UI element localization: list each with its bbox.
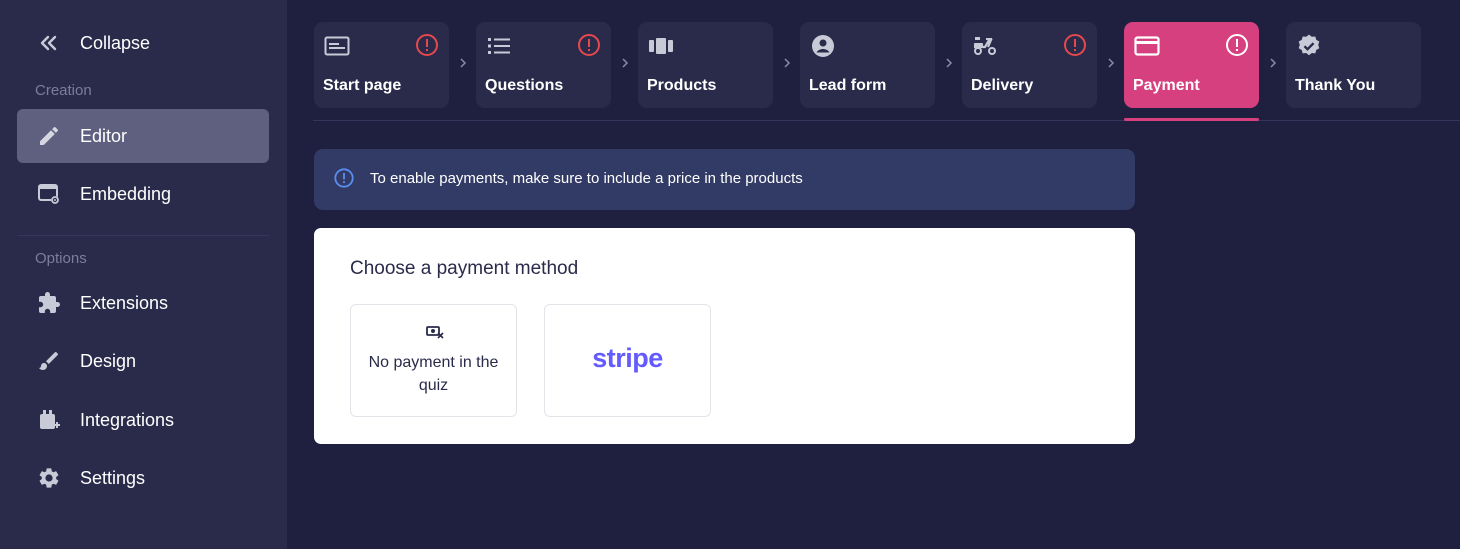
- option-label: No payment in the quiz: [368, 354, 499, 394]
- section-options: Options: [35, 250, 87, 267]
- payment-method-card: Choose a payment method No payment in th…: [314, 228, 1135, 444]
- sidebar-item-integrations[interactable]: Integrations: [17, 393, 269, 447]
- warning-icon: [1064, 34, 1086, 56]
- sidebar-item-label: Design: [80, 350, 137, 371]
- products-icon: [648, 34, 674, 58]
- double-chevron-left-icon: [36, 30, 62, 56]
- section-creation: Creation: [35, 82, 92, 99]
- step-lead-form[interactable]: Lead form: [800, 22, 935, 108]
- option-stripe[interactable]: stripe: [544, 304, 711, 417]
- sidebar-item-embedding[interactable]: Embedding: [17, 167, 269, 221]
- integrations-icon: [36, 407, 62, 433]
- stripe-logo: stripe: [592, 343, 663, 373]
- sidebar-item-label: Embedding: [80, 183, 172, 204]
- option-no-payment[interactable]: No payment in the quiz: [350, 304, 517, 417]
- gear-icon: [36, 465, 62, 491]
- step-payment[interactable]: Payment: [1124, 22, 1259, 108]
- info-banner: To enable payments, make sure to include…: [314, 149, 1135, 210]
- sidebar-item-design[interactable]: Design: [17, 334, 269, 388]
- step-thank-you[interactable]: Thank You: [1286, 22, 1421, 108]
- chevron-right-icon: [460, 58, 467, 68]
- step-label: Questions: [485, 77, 564, 94]
- step-label: Lead form: [809, 77, 887, 94]
- list-icon: [486, 34, 512, 58]
- chevron-right-icon: [622, 58, 629, 68]
- warning-icon: [578, 34, 600, 56]
- info-icon: [334, 168, 354, 188]
- puzzle-icon: [36, 290, 62, 316]
- verified-badge-icon: [1296, 34, 1322, 58]
- sidebar-item-label: Editor: [80, 125, 128, 146]
- warning-icon: [1226, 34, 1248, 56]
- sidebar-divider: [17, 235, 269, 236]
- sidebar: Collapse Creation Editor Embedding Optio…: [0, 0, 287, 549]
- info-text: To enable payments, make sure to include…: [370, 170, 803, 187]
- active-step-indicator: [1124, 118, 1259, 121]
- pencil-icon: [36, 123, 62, 149]
- chevron-right-icon: [1108, 58, 1115, 68]
- embed-window-icon: [36, 181, 62, 207]
- sidebar-item-label: Extensions: [80, 292, 169, 313]
- step-products[interactable]: Products: [638, 22, 773, 108]
- step-label: Thank You: [1295, 77, 1376, 94]
- step-label: Payment: [1133, 77, 1200, 94]
- step-questions[interactable]: Questions: [476, 22, 611, 108]
- sidebar-item-label: Settings: [80, 467, 146, 488]
- chevron-right-icon: [784, 58, 791, 68]
- steps-divider: [313, 120, 1460, 121]
- step-start-page[interactable]: Start page: [314, 22, 449, 108]
- collapse-button[interactable]: Collapse: [17, 16, 269, 70]
- collapse-label: Collapse: [80, 32, 151, 53]
- no-payment-icon: [426, 326, 444, 339]
- step-label: Delivery: [971, 77, 1034, 94]
- step-delivery[interactable]: Delivery: [962, 22, 1097, 108]
- sidebar-item-extensions[interactable]: Extensions: [17, 276, 269, 330]
- start-page-icon: [324, 34, 350, 58]
- brush-icon: [36, 348, 62, 374]
- step-label: Start page: [323, 77, 402, 94]
- sidebar-item-settings[interactable]: Settings: [17, 451, 269, 505]
- warning-icon: [416, 34, 438, 56]
- card-title: Choose a payment method: [350, 258, 579, 279]
- credit-card-icon: [1134, 34, 1160, 58]
- scooter-icon: [972, 34, 998, 58]
- sidebar-item-editor[interactable]: Editor: [17, 109, 269, 163]
- chevron-right-icon: [1270, 58, 1277, 68]
- step-label: Products: [647, 77, 717, 94]
- sidebar-item-label: Integrations: [80, 409, 175, 430]
- account-circle-icon: [810, 34, 836, 58]
- chevron-right-icon: [946, 58, 953, 68]
